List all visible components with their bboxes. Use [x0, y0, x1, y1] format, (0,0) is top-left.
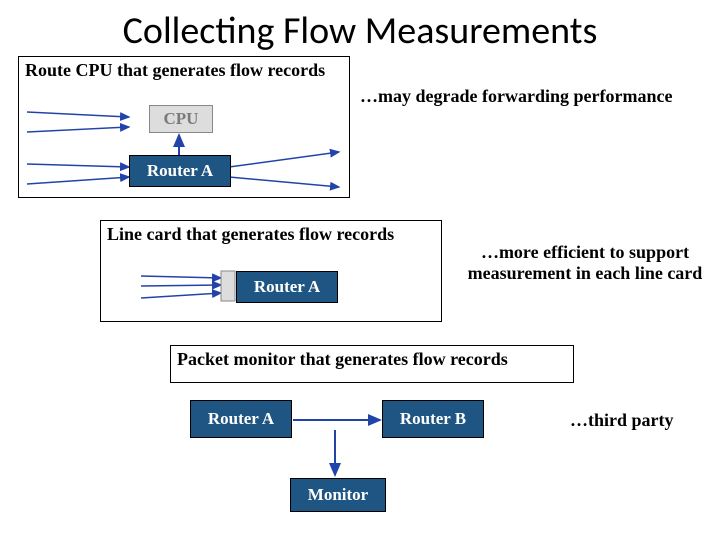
panel3-note: …third party [570, 410, 674, 431]
router-a-box-2: Router A [236, 271, 338, 303]
panel-line-card: Line card that generates flow records Ro… [100, 220, 442, 322]
panel1-note: …may degrade forwarding performance [360, 86, 672, 107]
router-a-box-1: Router A [129, 155, 231, 187]
router-a-box-3: Router A [190, 400, 292, 438]
page-title: Collecting Flow Measurements [0, 0, 720, 58]
panel3-header: Packet monitor that generates flow recor… [177, 349, 508, 369]
router-b-box: Router B [382, 400, 484, 438]
panel2-note: …more efficient to support measurement i… [460, 242, 710, 284]
monitor-box: Monitor [290, 478, 386, 512]
cpu-box: CPU [149, 105, 213, 133]
panel-route-cpu: Route CPU that generates flow records CP… [18, 56, 350, 198]
panel-packet-monitor: Packet monitor that generates flow recor… [170, 345, 574, 383]
